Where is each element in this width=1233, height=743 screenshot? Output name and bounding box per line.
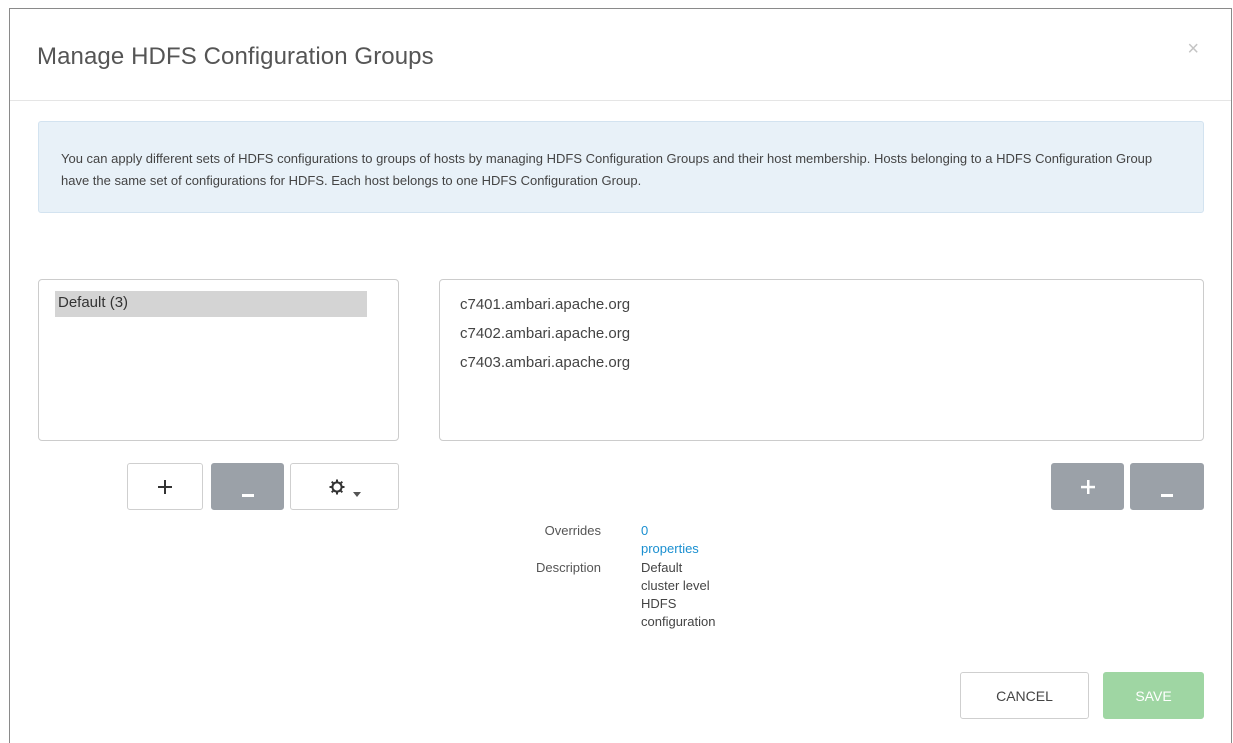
overrides-label: Overrides (544, 523, 601, 538)
plus-icon (158, 479, 172, 494)
remove-hosts-button[interactable] (1130, 463, 1204, 510)
overrides-properties-link[interactable]: 0 properties (641, 522, 699, 558)
config-group-item-default[interactable]: Default (3) (55, 291, 367, 317)
hosts-list[interactable]: c7401.ambari.apache.org c7402.ambari.apa… (439, 279, 1204, 441)
add-hosts-button[interactable] (1051, 463, 1124, 510)
cancel-button[interactable]: CANCEL (960, 672, 1089, 719)
dialog-title: Manage HDFS Configuration Groups (37, 43, 434, 70)
gear-icon (329, 479, 345, 495)
host-item[interactable]: c7401.ambari.apache.org (460, 290, 1203, 319)
minus-icon (1161, 485, 1173, 497)
description-label: Description (535, 560, 601, 575)
info-alert: You can apply different sets of HDFS con… (38, 121, 1204, 213)
info-text: You can apply different sets of HDFS con… (61, 151, 1153, 188)
save-button[interactable]: SAVE (1103, 672, 1204, 719)
host-item[interactable]: c7402.ambari.apache.org (460, 319, 1203, 348)
plus-icon (1080, 479, 1095, 494)
description-value: Default cluster level HDFS configuration (641, 560, 716, 629)
minus-icon (241, 485, 254, 497)
manage-config-groups-dialog: Manage HDFS Configuration Groups × You c… (9, 8, 1232, 743)
header-divider (10, 100, 1231, 101)
close-icon[interactable]: × (1187, 39, 1199, 59)
config-groups-list[interactable]: Default (3) (38, 279, 399, 441)
remove-config-group-button[interactable] (211, 463, 284, 510)
host-item[interactable]: c7403.ambari.apache.org (460, 348, 1203, 377)
caret-down-icon (352, 484, 361, 497)
add-config-group-button[interactable] (127, 463, 203, 510)
config-group-settings-dropdown[interactable] (290, 463, 399, 510)
